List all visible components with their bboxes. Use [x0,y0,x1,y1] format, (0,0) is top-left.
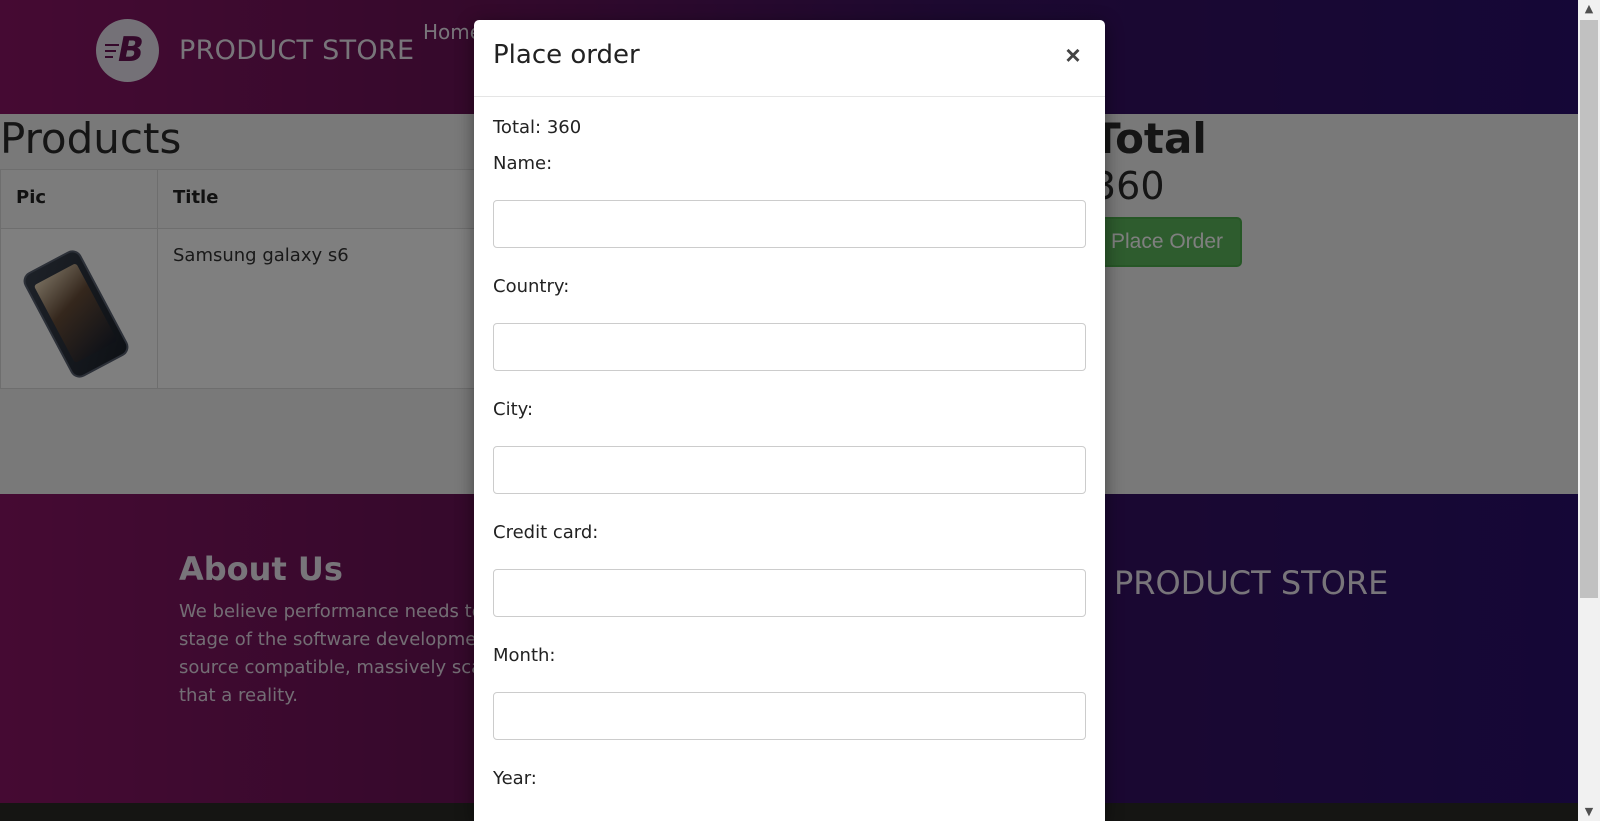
order-total: Total: 360 [493,117,582,138]
modal-body: Total: 360 Name: Country: City: Credit c… [493,117,1086,815]
year-label: Year: [493,768,537,789]
page: B PRODUCT STORE Home Products Pic Title [0,0,1578,821]
modal-header: Place order × [474,20,1105,97]
credit-card-label: Credit card: [493,522,599,543]
credit-card-field[interactable] [493,569,1086,617]
month-field[interactable] [493,692,1086,740]
scroll-thumb[interactable] [1580,20,1598,598]
page-scrollbar[interactable]: ▲ ▼ [1578,0,1600,821]
scroll-down-icon[interactable]: ▼ [1578,803,1600,821]
month-label: Month: [493,645,556,666]
name-label: Name: [493,153,553,174]
name-field[interactable] [493,200,1086,248]
country-label: Country: [493,276,570,297]
close-icon[interactable]: × [1059,40,1087,70]
country-field[interactable] [493,323,1086,371]
place-order-modal: Place order × Total: 360 Name: Country: … [474,20,1105,821]
city-field[interactable] [493,446,1086,494]
scroll-up-icon[interactable]: ▲ [1578,0,1600,18]
modal-title: Place order [493,40,640,70]
city-label: City: [493,399,534,420]
